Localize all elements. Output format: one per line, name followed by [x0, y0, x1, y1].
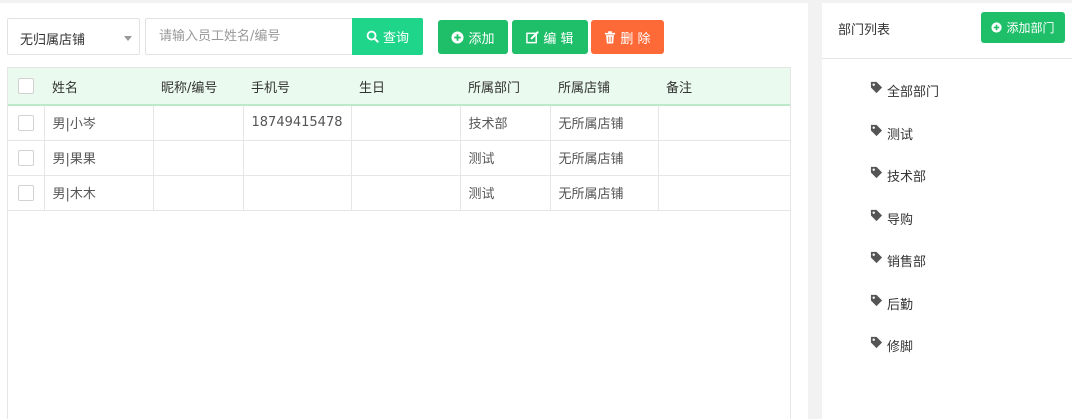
search-input[interactable]: [145, 18, 355, 55]
cell-name: 男|小岑: [44, 105, 154, 140]
department-list: 全部部门 测试 技术部 导购 销售部 后勤 修脚: [870, 81, 939, 379]
query-label: 查询: [382, 31, 409, 46]
search-icon: [366, 30, 379, 43]
department-label: 技术部: [887, 170, 927, 185]
table-header-row: 姓名 昵称/编号 手机号 生日 所属部门 所属店铺 备注: [8, 68, 790, 105]
cell-note: [658, 140, 790, 175]
employee-table: 姓名 昵称/编号 手机号 生日 所属部门 所属店铺 备注 男|小岑 187494…: [7, 67, 791, 419]
department-item[interactable]: 测试: [870, 124, 939, 167]
department-item[interactable]: 导购: [870, 209, 939, 252]
table-row[interactable]: 男|小岑 18749415478 技术部 无所属店铺: [8, 105, 790, 140]
add-label: 添加: [468, 31, 495, 47]
table-row[interactable]: 男|木木 测试 无所属店铺: [8, 175, 790, 210]
department-label: 全部部门: [887, 85, 940, 100]
header-phone[interactable]: 手机号: [243, 68, 351, 105]
cell-name: 男|果果: [44, 140, 154, 175]
cell-name: 男|木木: [44, 175, 154, 210]
cell-phone: [243, 140, 352, 175]
tag-icon: [870, 294, 883, 307]
row-checkbox[interactable]: [18, 184, 34, 201]
edit-icon: [526, 30, 540, 44]
plus-circle-icon: [991, 22, 1003, 33]
cell-dept: 测试: [460, 140, 551, 175]
add-department-label: 添加部门: [1006, 21, 1055, 35]
cell-dept: 技术部: [460, 105, 551, 140]
department-label: 后勤: [887, 297, 914, 313]
department-label: 修脚: [887, 340, 914, 355]
edit-label: 编 辑: [543, 31, 574, 47]
tag-icon: [870, 81, 883, 94]
chevron-down-icon: [124, 36, 132, 41]
plus-circle-icon: [451, 30, 465, 44]
department-label: 测试: [887, 127, 914, 143]
header-birthday[interactable]: 生日: [351, 68, 460, 105]
tag-icon: [870, 166, 883, 179]
cell-dept: 测试: [460, 175, 551, 210]
header-note[interactable]: 备注: [658, 68, 790, 105]
row-select-cell[interactable]: [8, 175, 45, 210]
table-row[interactable]: 男|果果 测试 无所属店铺: [8, 140, 790, 175]
department-item[interactable]: 修脚: [870, 336, 939, 379]
row-checkbox[interactable]: [18, 149, 34, 166]
row-select-cell[interactable]: [8, 140, 45, 175]
department-item[interactable]: 销售部: [870, 251, 939, 294]
cell-nickname: [153, 175, 244, 210]
department-item[interactable]: 后勤: [870, 294, 939, 337]
main-panel: 无归属店铺 查询 添加 编 辑 删 除: [0, 3, 808, 419]
cell-birthday: [351, 140, 461, 175]
sidebar-divider: [822, 58, 1072, 59]
cell-store: 无所属店铺: [550, 105, 659, 140]
department-item[interactable]: 技术部: [870, 166, 939, 209]
add-department-button[interactable]: 添加部门: [981, 12, 1065, 43]
tag-icon: [870, 124, 883, 137]
tag-icon: [870, 209, 883, 222]
header-store[interactable]: 所属店铺: [550, 68, 658, 105]
trash-icon: [604, 30, 616, 44]
cell-birthday: [351, 105, 461, 140]
tag-icon: [870, 251, 883, 264]
delete-label: 删 除: [620, 31, 651, 47]
header-dept[interactable]: 所属部门: [460, 68, 550, 105]
row-checkbox[interactable]: [18, 114, 34, 131]
cell-note: [658, 175, 790, 210]
department-sidebar: 部门列表 添加部门 全部部门 测试 技术部 导购 销售部 后勤 修脚: [822, 3, 1072, 419]
cell-phone: [243, 175, 352, 210]
query-button[interactable]: 查询: [352, 18, 423, 55]
department-item[interactable]: 全部部门: [870, 81, 939, 124]
cell-note: [658, 105, 790, 140]
add-button[interactable]: 添加: [438, 20, 508, 54]
department-label: 销售部: [887, 255, 927, 270]
cell-store: 无所属店铺: [550, 175, 659, 210]
cell-birthday: [351, 175, 461, 210]
row-select-cell[interactable]: [8, 105, 45, 140]
tag-icon: [870, 336, 883, 349]
header-nickname[interactable]: 昵称/编号: [153, 68, 243, 105]
edit-button[interactable]: 编 辑: [512, 20, 588, 54]
delete-button[interactable]: 删 除: [591, 20, 664, 54]
department-label: 导购: [887, 212, 914, 228]
cell-store: 无所属店铺: [550, 140, 659, 175]
sidebar-title: 部门列表: [838, 23, 891, 38]
cell-phone: 18749415478: [243, 105, 352, 140]
cell-nickname: [153, 140, 244, 175]
select-all-checkbox[interactable]: [18, 78, 34, 94]
select-all-cell[interactable]: [8, 68, 44, 105]
store-select-value: 无归属店铺: [20, 33, 86, 48]
store-select[interactable]: 无归属店铺: [7, 18, 140, 55]
header-name[interactable]: 姓名: [44, 68, 153, 105]
cell-nickname: [153, 105, 244, 140]
